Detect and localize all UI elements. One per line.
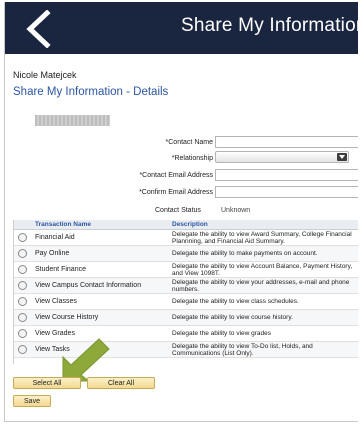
select-all-button[interactable]: Select All	[13, 377, 81, 389]
row-checkbox[interactable]	[18, 233, 27, 242]
row-checkbox[interactable]	[18, 329, 27, 338]
transaction-name: View Course History	[35, 314, 99, 321]
transaction-description: Delegate the ability to view course hist…	[172, 314, 293, 321]
top-bar: Share My Information	[5, 2, 358, 54]
table-row: View Classes Delegate the ability to vie…	[14, 294, 358, 310]
contact-status-value: Unknown	[221, 207, 251, 214]
app-frame: Share My Information Nicole Matejcek Sha…	[4, 2, 358, 422]
table-row: View Campus Contact Information Delegate…	[14, 278, 358, 294]
transaction-name: Student Finance	[35, 266, 86, 273]
contact-email-input[interactable]	[215, 169, 358, 181]
row-checkbox[interactable]	[18, 281, 27, 290]
app-title: Share My Information	[181, 15, 358, 36]
relationship-label: *Relationship	[171, 155, 213, 162]
page-title: Share My Information - Details	[13, 86, 169, 98]
row-checkbox[interactable]	[18, 313, 27, 322]
column-header-transaction-name[interactable]: Transaction Name	[35, 221, 91, 228]
transaction-description: Delegate the ability to view class sched…	[172, 298, 299, 305]
row-checkbox[interactable]	[18, 297, 27, 306]
relationship-select[interactable]	[215, 151, 349, 163]
table-header: Transaction Name Description	[14, 220, 358, 230]
transaction-name: View Classes	[35, 298, 77, 305]
contact-status-label: Contact Status	[155, 207, 201, 214]
transaction-description: Delegate the ability to view Award Summa…	[172, 231, 352, 245]
transaction-description: Delegate the ability to view To-Do list,…	[172, 343, 313, 357]
transaction-name: View Campus Contact Information	[35, 282, 142, 289]
clear-all-button[interactable]: Clear All	[87, 377, 155, 389]
transaction-name: View Grades	[35, 330, 75, 337]
table-row: Financial Aid Delegate the ability to vi…	[14, 230, 358, 246]
transaction-name: Pay Online	[35, 250, 70, 257]
table-row: Pay Online Delegate the ability to make …	[14, 246, 358, 262]
confirm-email-input[interactable]	[215, 186, 358, 198]
contact-name-input[interactable]	[215, 136, 358, 148]
row-checkbox[interactable]	[18, 249, 27, 258]
transaction-name: Financial Aid	[35, 234, 75, 241]
user-name: Nicole Matejcek	[13, 70, 77, 80]
confirm-email-label: *Confirm Email Address	[139, 189, 213, 196]
row-checkbox[interactable]	[18, 265, 27, 274]
relationship-selected-value	[216, 160, 218, 167]
chevron-down-icon	[337, 153, 347, 161]
save-button[interactable]: Save	[13, 395, 51, 407]
column-header-description[interactable]: Description	[172, 221, 208, 228]
transaction-description: Delegate the ability to make payments on…	[172, 250, 318, 257]
transaction-description: Delegate the ability to view Account Bal…	[172, 263, 353, 277]
redacted-block	[35, 115, 110, 126]
table-row: Student Finance Delegate the ability to …	[14, 262, 358, 278]
transaction-description: Delegate the ability to view grades	[172, 330, 272, 337]
contact-email-label: *Contact Email Address	[139, 172, 213, 179]
back-button[interactable]	[13, 6, 63, 52]
row-checkbox[interactable]	[18, 345, 27, 354]
table-row: View Course History Delegate the ability…	[14, 310, 358, 326]
transaction-description: Delegate the ability to view your addres…	[172, 279, 350, 293]
chevron-left-icon	[26, 10, 51, 48]
contact-name-label: *Contact Name	[165, 139, 213, 146]
